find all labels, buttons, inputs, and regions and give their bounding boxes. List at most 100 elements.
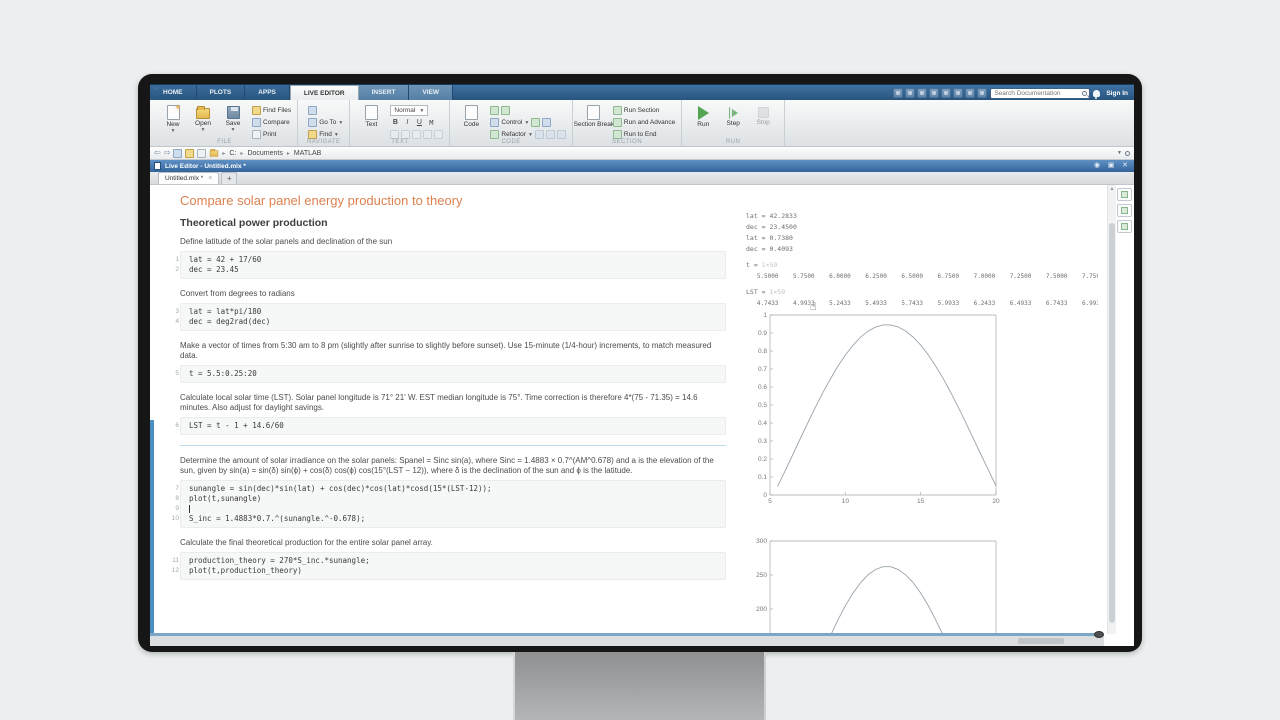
ribbon-button-find-files[interactable]: Find Files bbox=[252, 106, 291, 115]
code-block[interactable]: 3lat = lat*pi/1804dec = deg2rad(dec) bbox=[180, 303, 726, 331]
ribbon-button-find[interactable]: Find▼ bbox=[308, 130, 339, 139]
tab-untitled[interactable]: Untitled.mlx * × bbox=[158, 172, 219, 184]
ribbon-button-text[interactable]: Text bbox=[356, 103, 386, 128]
window-dock-icon[interactable]: ▣ bbox=[1106, 161, 1116, 171]
forward-icon[interactable]: ⇨ bbox=[164, 149, 171, 157]
window-close-icon[interactable]: ✕ bbox=[1120, 161, 1130, 171]
paste-icon[interactable] bbox=[929, 88, 939, 98]
ribbon-button-step[interactable]: Step bbox=[718, 103, 748, 127]
ribbon-button-refactor[interactable]: Refactor▼ bbox=[490, 130, 533, 139]
format-m-button[interactable]: M bbox=[426, 118, 436, 128]
breadcrumb[interactable]: ▸C:▸Documents▸MATLAB bbox=[222, 150, 321, 157]
save-icon[interactable] bbox=[893, 88, 903, 98]
ribbon-button-icon[interactable] bbox=[390, 130, 399, 139]
ribbon-button-print[interactable]: Print bbox=[252, 130, 276, 139]
ribbon-button-run[interactable]: Run bbox=[688, 103, 718, 128]
ribbon-button-icon[interactable] bbox=[501, 106, 510, 115]
tab-close-icon[interactable]: × bbox=[208, 175, 212, 182]
code-line[interactable]: 6LST = t - 1 + 14.6/60 bbox=[189, 421, 717, 431]
ribbon-button-section-break[interactable]: Section Break bbox=[579, 103, 609, 128]
code-line[interactable]: 7sunangle = sin(dec)*sin(lat) + cos(dec)… bbox=[189, 484, 717, 494]
code-line[interactable]: 8plot(t,sunangle) bbox=[189, 494, 717, 504]
addr-search-icon[interactable] bbox=[1125, 151, 1130, 156]
ribbon-button-icon[interactable] bbox=[542, 118, 551, 127]
ribbon-button-stop[interactable]: Stop bbox=[748, 103, 778, 126]
help-icon[interactable] bbox=[977, 88, 987, 98]
output-control-button[interactable] bbox=[1117, 220, 1132, 233]
horizontal-scrollbar[interactable] bbox=[150, 636, 1104, 646]
output-control-button[interactable] bbox=[1117, 204, 1132, 217]
code-block[interactable]: 5t = 5.5:0.25:20 bbox=[180, 365, 726, 383]
ribbon-button-compare[interactable]: Compare bbox=[252, 118, 290, 127]
cut-icon[interactable] bbox=[905, 88, 915, 98]
ribbon-button-icon[interactable] bbox=[423, 130, 432, 139]
notification-bell-icon[interactable] bbox=[1093, 90, 1100, 97]
ribbon-dropdown-normal[interactable]: Normal▼ bbox=[390, 105, 428, 116]
doc-content[interactable]: Compare solar panel energy production to… bbox=[150, 185, 732, 634]
code-line[interactable]: 4dec = deg2rad(dec) bbox=[189, 317, 717, 327]
code-line[interactable]: 5t = 5.5:0.25:20 bbox=[189, 369, 717, 379]
ribbon-button-icon[interactable] bbox=[490, 106, 499, 115]
back-icon[interactable]: ⇦ bbox=[154, 149, 161, 157]
format-u-button[interactable]: U bbox=[414, 118, 424, 128]
ribbon-button-icon[interactable] bbox=[531, 118, 540, 127]
ribbon-button-icon[interactable] bbox=[557, 130, 566, 139]
sunangle-plot[interactable]: 00.10.20.30.40.50.60.70.80.915101520 bbox=[740, 309, 1012, 511]
breadcrumb-segment-documents[interactable]: Documents bbox=[247, 150, 282, 157]
ribbon-tab-apps[interactable]: APPS bbox=[245, 85, 290, 100]
production-plot[interactable]: 150200250300 bbox=[740, 537, 1012, 634]
browse-folder-icon[interactable] bbox=[173, 149, 182, 158]
ribbon-button-control[interactable]: Control▼ bbox=[490, 118, 529, 127]
search-documentation-box[interactable] bbox=[990, 88, 1090, 99]
code-block[interactable]: 7sunangle = sin(dec)*sin(lat) + cos(dec)… bbox=[180, 480, 726, 528]
vertical-scrollbar[interactable]: ▲ bbox=[1107, 185, 1116, 634]
up-folder-icon[interactable] bbox=[185, 149, 194, 158]
ribbon-button-run-and-advance[interactable]: Run and Advance bbox=[613, 118, 675, 127]
ribbon-tab-insert[interactable]: INSERT bbox=[359, 85, 410, 100]
code-line[interactable]: 3lat = lat*pi/180 bbox=[189, 307, 717, 317]
ribbon-button-icon[interactable] bbox=[546, 130, 555, 139]
ribbon-button-run-section[interactable]: Run Section bbox=[613, 106, 659, 115]
ribbon-button-new[interactable]: New▼ bbox=[158, 103, 188, 133]
format-i-button[interactable]: I bbox=[402, 118, 412, 128]
undo-icon[interactable] bbox=[941, 88, 951, 98]
ribbon-button-go-to[interactable]: Go To▼ bbox=[308, 118, 343, 127]
code-line[interactable]: 2dec = 23.45 bbox=[189, 265, 717, 275]
output-control-button[interactable] bbox=[1117, 188, 1132, 201]
code-line[interactable]: 1lat = 42 + 17/60 bbox=[189, 255, 717, 265]
ribbon-tab-view[interactable]: VIEW bbox=[409, 85, 453, 100]
ribbon-button-open[interactable]: Open▼ bbox=[188, 103, 218, 132]
new-tab-button[interactable]: + bbox=[221, 172, 237, 184]
ribbon-button-save[interactable]: Save▼ bbox=[218, 103, 248, 132]
ribbon-button-icon[interactable] bbox=[412, 130, 421, 139]
scroll-up-icon[interactable]: ▲ bbox=[1108, 186, 1116, 192]
redo-icon[interactable] bbox=[953, 88, 963, 98]
addr-dropdown-icon[interactable]: ▼ bbox=[1117, 151, 1122, 155]
code-block[interactable]: 1lat = 42 + 17/602dec = 23.45 bbox=[180, 251, 726, 279]
recent-folder-icon[interactable] bbox=[197, 149, 206, 158]
code-line[interactable]: 10S_inc = 1.4883*0.7.^(sunangle.^-0.678)… bbox=[189, 514, 717, 524]
ribbon-tab-plots[interactable]: PLOTS bbox=[197, 85, 246, 100]
code-line[interactable]: 11production_theory = 270*S_inc.*sunangl… bbox=[189, 556, 717, 566]
format-b-button[interactable]: B bbox=[390, 118, 400, 128]
ribbon-button-icon[interactable] bbox=[535, 130, 544, 139]
code-block[interactable]: 6LST = t - 1 + 14.6/60 bbox=[180, 417, 726, 435]
ribbon-button-icon[interactable] bbox=[401, 130, 410, 139]
ribbon-button-run-to-end[interactable]: Run to End bbox=[613, 130, 657, 139]
breadcrumb-segment-matlab[interactable]: MATLAB bbox=[294, 150, 322, 157]
sign-in-link[interactable]: Sign In bbox=[1103, 90, 1131, 97]
copy-icon[interactable] bbox=[917, 88, 927, 98]
code-line[interactable]: 9 bbox=[189, 504, 717, 514]
ribbon-button-icon[interactable] bbox=[434, 130, 443, 139]
search-input[interactable] bbox=[994, 89, 1079, 98]
ribbon-tab-live-editor[interactable]: LIVE EDITOR bbox=[290, 85, 359, 100]
vertical-scroll-thumb[interactable] bbox=[1109, 223, 1115, 623]
horizontal-scroll-thumb[interactable] bbox=[1018, 638, 1064, 644]
breadcrumb-segment-c[interactable]: C: bbox=[229, 150, 236, 157]
window-help-icon[interactable]: ◉ bbox=[1092, 161, 1102, 171]
code-block[interactable]: 11production_theory = 270*S_inc.*sunangl… bbox=[180, 552, 726, 580]
ribbon-button-icon[interactable] bbox=[308, 106, 317, 115]
ribbon-tab-home[interactable]: HOME bbox=[150, 85, 197, 100]
code-line[interactable]: 12plot(t,production_theory) bbox=[189, 566, 717, 576]
layout-icon[interactable] bbox=[965, 88, 975, 98]
